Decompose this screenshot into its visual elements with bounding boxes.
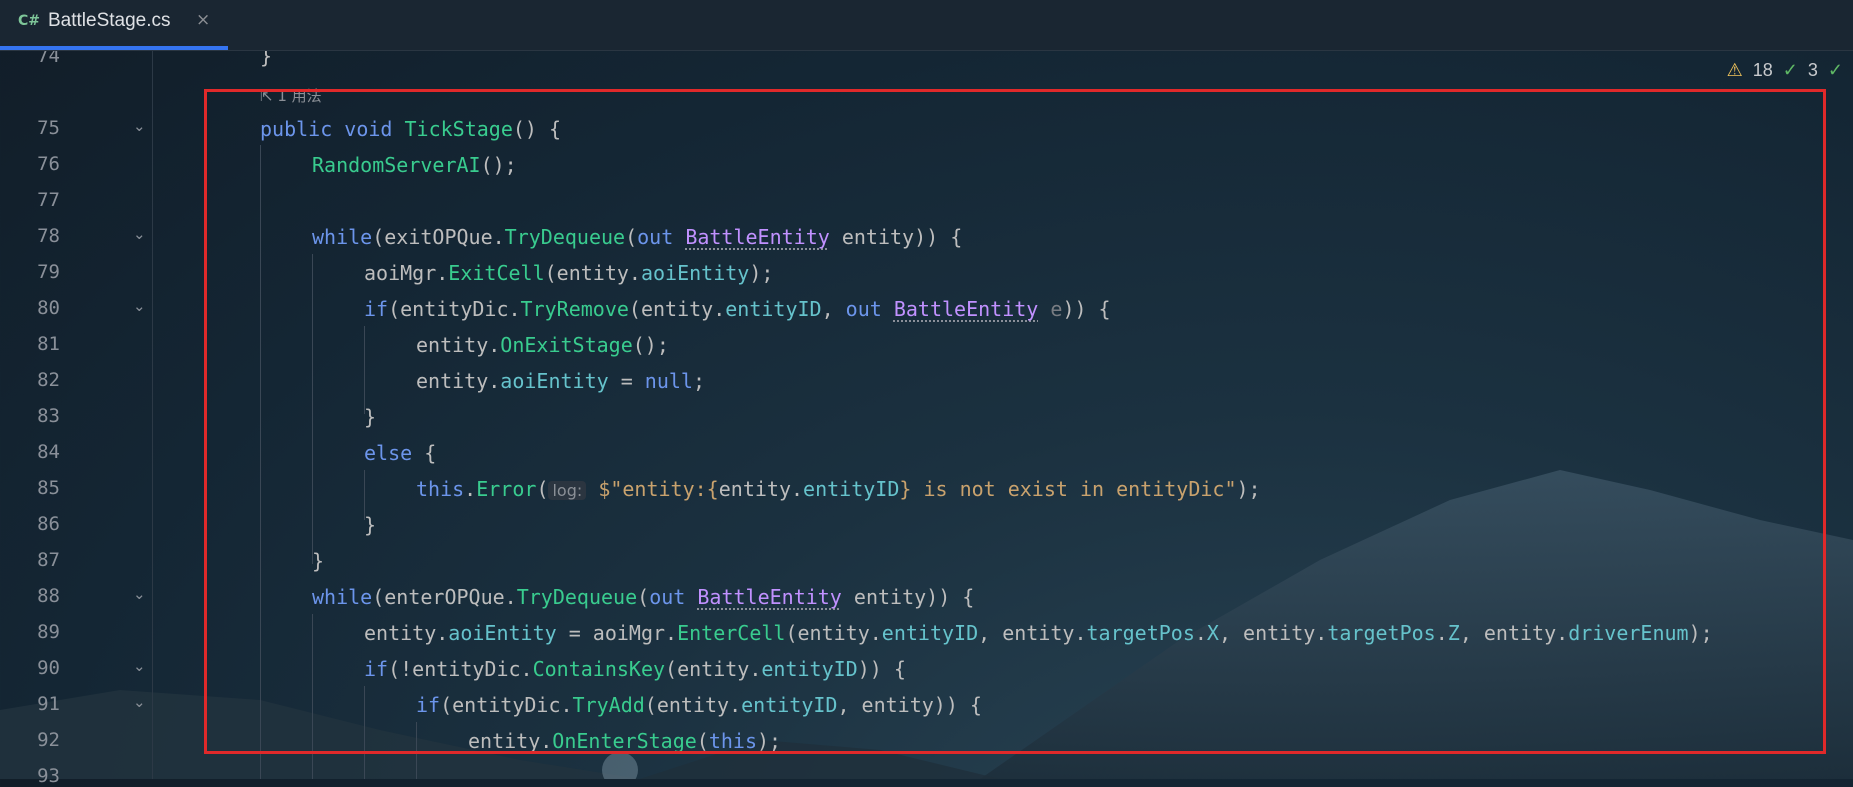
close-tab-icon[interactable]: × (196, 10, 210, 30)
inspection-status[interactable]: ⚠ 18 ✓ 3 ✓ (1727, 60, 1843, 81)
warning-count: 18 (1752, 60, 1773, 80)
check-icon: ✓ (1782, 60, 1798, 80)
ok-count: 3 (1807, 60, 1818, 80)
active-tab-indicator (0, 46, 228, 50)
editor-tab-bar: C# BattleStage.cs × (0, 0, 1853, 51)
warning-icon: ⚠ (1726, 60, 1743, 80)
tab-filename: BattleStage.cs (48, 10, 171, 31)
selection-highlight-box (204, 89, 1826, 754)
tab-battlestage[interactable]: C# BattleStage.cs × (0, 0, 228, 50)
csharp-file-icon: C# (18, 13, 41, 29)
inspection-check-icon: ✓ (1827, 60, 1843, 80)
